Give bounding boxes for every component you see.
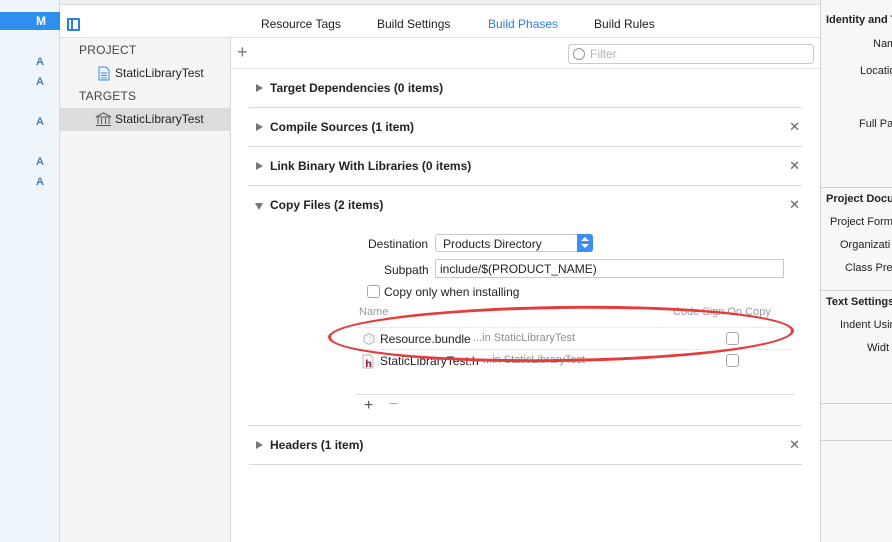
status-marker-modified: M [36,14,46,28]
inspector-divider [821,187,892,188]
inspector-text-settings-header: Text Settings [826,296,892,308]
destination-value: Products Directory [443,237,542,251]
remove-file-button[interactable]: − [389,396,398,414]
copy-only-checkbox[interactable] [367,285,380,298]
table-row[interactable]: h StaticLibraryTest.h ...in StaticLibrar… [356,349,791,371]
phase-link-binary[interactable]: Link Binary With Libraries (0 items) ✕ [249,147,802,186]
disclosure-triangle-icon[interactable] [256,123,263,131]
header-file-icon: h [362,354,374,369]
project-item[interactable]: StaticLibraryTest [60,62,230,85]
phase-title: Link Binary With Libraries (0 items) [270,159,472,173]
phase-title: Target Dependencies (0 items) [270,81,444,95]
filter-field[interactable] [568,44,814,64]
status-marker-added: A [36,76,44,88]
tab-build-phases[interactable]: Build Phases [488,17,558,31]
table-row[interactable]: Resource.bundle ...in StaticLibraryTest [356,327,791,349]
status-marker-added: A [36,176,44,188]
inspector-location-label: Locatio [860,65,892,77]
disclosure-triangle-icon[interactable] [256,162,263,170]
inspector-project-format-label: Project Form [830,216,892,228]
subpath-label: Subpath [384,263,429,277]
inspector-name-label: Nam [873,38,892,50]
inspector-divider [821,440,892,441]
inspector-class-prefix-label: Class Pref [845,262,892,274]
code-sign-checkbox[interactable] [726,354,739,367]
status-marker-added: A [36,116,44,128]
tab-build-rules[interactable]: Build Rules [594,17,655,31]
inspector-organization-label: Organizati [840,239,891,251]
delete-phase-icon[interactable]: ✕ [789,437,800,453]
bundle-icon [363,332,375,346]
inspector-identity-header: Identity and T [826,14,892,26]
inspector-width-label: Widt [867,342,889,354]
code-sign-checkbox[interactable] [726,332,739,345]
editor-tab-bar: Resource Tags Build Settings Build Phase… [60,5,820,38]
column-header-code-sign[interactable]: Code Sign On Copy [673,306,771,318]
file-name: Resource.bundle [380,332,471,346]
selected-status-row[interactable]: M [0,12,60,30]
file-add-remove-bar: + − [356,394,794,417]
project-item-label: StaticLibraryTest [115,66,204,80]
phase-title: Copy Files (2 items) [270,198,384,212]
filter-icon [573,48,585,60]
copy-only-label: Copy only when installing [384,285,520,299]
target-item-label: StaticLibraryTest [115,112,204,126]
file-inspector: Identity and T Nam Locatio Full Pat Proj… [820,0,892,542]
subpath-input[interactable] [435,259,784,278]
file-name: StaticLibraryTest.h [380,354,479,368]
delete-phase-icon[interactable]: ✕ [789,197,800,213]
phase-filter-bar: + [231,38,820,69]
project-section-header: PROJECT [79,43,137,57]
destination-label: Destination [368,237,429,251]
disclosure-triangle-icon[interactable] [256,84,263,92]
inspector-project-doc-header: Project Docu [826,193,892,205]
delete-phase-icon[interactable]: ✕ [789,158,800,174]
inspector-indent-label: Indent Usin [840,319,892,331]
file-location: ...in StaticLibraryTest [473,332,576,344]
file-status-column: M A A A A A [0,0,60,542]
targets-section-header: TARGETS [79,89,137,103]
phase-title: Headers (1 item) [270,438,364,452]
disclosure-triangle-icon[interactable] [255,203,263,210]
delete-phase-icon[interactable]: ✕ [789,119,800,135]
target-item[interactable]: StaticLibraryTest [60,108,230,131]
chevron-updown-icon [577,234,593,252]
svg-text:h: h [365,359,372,369]
tab-resource-tags[interactable]: Resource Tags [261,17,341,31]
project-targets-list: PROJECT StaticLibraryTest TARGETS Static… [60,38,231,542]
library-target-icon [95,112,112,126]
phase-target-dependencies[interactable]: Target Dependencies (0 items) [249,69,802,108]
disclosure-triangle-icon[interactable] [256,441,263,449]
inspector-divider [821,290,892,291]
column-header-name[interactable]: Name [359,306,388,318]
inspector-full-path-label: Full Pat [859,118,892,130]
tab-build-settings[interactable]: Build Settings [377,17,450,31]
phase-compile-sources[interactable]: Compile Sources (1 item) ✕ [249,108,802,147]
add-build-phase-button[interactable]: + [237,42,248,63]
status-marker-added: A [36,56,44,68]
phase-headers[interactable]: Headers (1 item) ✕ [249,426,802,465]
destination-select[interactable]: Products Directory [435,234,593,252]
phase-title: Compile Sources (1 item) [270,120,415,134]
filter-input[interactable] [590,46,805,62]
status-marker-added: A [36,156,44,168]
add-file-button[interactable]: + [364,397,373,415]
inspector-divider [821,403,892,404]
file-location: ...in StaticLibraryTest [483,354,586,366]
project-file-icon [98,66,110,81]
sidebar-toggle-icon[interactable] [67,18,80,31]
